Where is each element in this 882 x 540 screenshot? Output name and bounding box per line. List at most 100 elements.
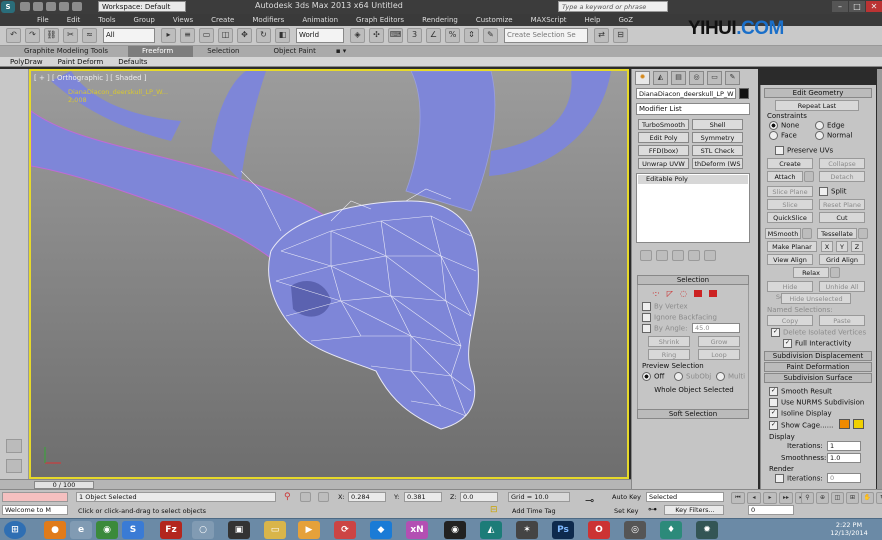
mudbox-icon[interactable]: ✶	[516, 521, 538, 539]
soft-selection-rollout-header[interactable]: Soft Selection	[637, 409, 749, 419]
display-tab-icon[interactable]: ▭	[707, 71, 722, 85]
menu-group[interactable]: Group	[125, 14, 164, 26]
edge-mode-icon[interactable]: ◸	[667, 289, 673, 298]
tab-defaults[interactable]: Defaults	[108, 57, 152, 67]
key-mode-dropdown[interactable]: Selected	[646, 492, 724, 502]
pan-icon[interactable]: ✋	[861, 492, 874, 504]
app-icon-red[interactable]: ⟳	[334, 521, 356, 539]
absolute-mode-icon[interactable]	[318, 492, 329, 502]
keyboard-shortcut-toggle-icon[interactable]: ⌨	[388, 28, 403, 43]
time-slider-track[interactable]: 0 / 100	[0, 479, 631, 489]
modify-tab-icon[interactable]: ◭	[653, 71, 668, 85]
polygon-mode-icon[interactable]	[693, 290, 702, 297]
maxscript-listener-output[interactable]: Welcome to M	[2, 505, 68, 515]
show-end-result-icon[interactable]	[656, 249, 668, 261]
split-checkbox[interactable]: Split	[819, 187, 847, 196]
play-icon[interactable]: ▸	[763, 492, 777, 504]
attach-settings-icon[interactable]	[804, 171, 814, 182]
select-by-name-icon[interactable]: ≡	[180, 28, 195, 43]
key-icon[interactable]: ⊸	[585, 494, 594, 507]
configure-modifier-sets-icon[interactable]	[704, 249, 716, 261]
selection-rollout-header[interactable]: Selection	[637, 275, 749, 285]
angle-spinner[interactable]: 45.0	[692, 323, 740, 333]
go-to-start-icon[interactable]: ⏮	[731, 492, 745, 504]
subdivision-displacement-header[interactable]: Subdivision Displacement	[764, 351, 872, 361]
menu-goz[interactable]: GoZ	[609, 14, 642, 26]
menu-graph-editors[interactable]: Graph Editors	[347, 14, 413, 26]
ribbon-options-icon[interactable]: ▪ ▾	[336, 46, 346, 57]
iterations-spinner[interactable]: 1	[827, 441, 861, 451]
tab-selection[interactable]: Selection	[193, 46, 259, 57]
relax-button[interactable]: Relax	[793, 267, 829, 278]
repeat-last-button[interactable]: Repeat Last	[775, 100, 859, 111]
tab-paint-deform[interactable]: Paint Deform	[48, 57, 109, 67]
snaps-toggle-icon[interactable]: 3	[407, 28, 422, 43]
grow-button[interactable]: Grow	[698, 336, 740, 347]
ie-icon[interactable]: e	[70, 521, 92, 539]
undo-icon[interactable]	[59, 2, 69, 11]
smoothness-spinner[interactable]: 1.0	[827, 453, 861, 463]
unhide-all-button[interactable]: Unhide All	[819, 281, 865, 292]
zoom-all-icon[interactable]: ⊕	[816, 492, 829, 504]
copy-button[interactable]: Copy	[767, 315, 813, 326]
collapse-button[interactable]: Collapse	[819, 158, 865, 169]
msmooth-button[interactable]: MSmooth	[765, 228, 801, 239]
constraint-edge-radio[interactable]: Edge	[815, 121, 845, 130]
dropbox-icon[interactable]: ◆	[370, 521, 392, 539]
show-cage-checkbox[interactable]: Show Cage......	[769, 421, 833, 430]
menu-help[interactable]: Help	[576, 14, 610, 26]
constraint-normal-radio[interactable]: Normal	[815, 131, 852, 140]
firefox-icon[interactable]: ●	[44, 521, 66, 539]
make-planar-button[interactable]: Make Planar	[767, 241, 817, 252]
by-angle-checkbox[interactable]: By Angle:	[642, 324, 687, 333]
cut-button[interactable]: Cut	[819, 212, 865, 223]
hierarchy-tab-icon[interactable]: ▤	[671, 71, 686, 85]
time-tag-icon[interactable]: ⊟	[490, 505, 498, 515]
stack-item-editable-poly[interactable]: Editable Poly	[638, 175, 748, 184]
select-link-icon[interactable]: ⛓	[44, 28, 59, 43]
menu-maxscript[interactable]: MAXScript	[522, 14, 576, 26]
view-align-button[interactable]: View Align	[767, 254, 813, 265]
relax-settings-icon[interactable]	[830, 267, 840, 278]
planar-x-button[interactable]: X	[821, 241, 833, 252]
constraint-none-radio[interactable]: None	[769, 121, 799, 130]
menu-animation[interactable]: Animation	[293, 14, 347, 26]
edit-geometry-header[interactable]: Edit Geometry	[764, 88, 872, 98]
3dsmax-icon[interactable]: ◭	[480, 521, 502, 539]
zoom-extents-all-icon[interactable]: ⊞	[846, 492, 859, 504]
full-interactivity-checkbox[interactable]: Full Interactivity	[783, 339, 851, 348]
preview-off-radio[interactable]: Off	[642, 372, 664, 381]
edit-poly-button[interactable]: Edit Poly	[638, 132, 689, 143]
menu-create[interactable]: Create	[202, 14, 243, 26]
border-mode-icon[interactable]: ◌	[680, 289, 687, 298]
redo-icon[interactable]: ↷	[25, 28, 40, 43]
paste-button[interactable]: Paste	[819, 315, 865, 326]
tab-object-paint[interactable]: Object Paint	[259, 46, 335, 57]
create-tab-icon[interactable]: ✹	[635, 71, 650, 85]
hide-selected-button[interactable]: Hide Selected	[767, 281, 813, 301]
modifier-stack[interactable]: Editable Poly	[636, 173, 750, 243]
use-nurms-checkbox[interactable]: Use NURMS Subdivision	[769, 398, 864, 407]
percent-snap-icon[interactable]: %	[445, 28, 460, 43]
smooth-result-checkbox[interactable]: Smooth Result	[769, 387, 832, 396]
align-icon[interactable]: ⊟	[613, 28, 628, 43]
by-vertex-checkbox[interactable]: By Vertex	[642, 302, 688, 311]
menu-modifiers[interactable]: Modifiers	[243, 14, 293, 26]
slice-button[interactable]: Slice	[767, 199, 813, 210]
undo-icon[interactable]: ↶	[6, 28, 21, 43]
planar-y-button[interactable]: Y	[836, 241, 848, 252]
filezilla-icon[interactable]: Fz	[160, 521, 182, 539]
unlink-icon[interactable]: ✂	[63, 28, 78, 43]
motion-tab-icon[interactable]: ◎	[689, 71, 704, 85]
next-frame-icon[interactable]: ▸▸	[779, 492, 793, 504]
shrink-button[interactable]: Shrink	[648, 336, 690, 347]
unwrap-uvw-button[interactable]: Unwrap UVW	[638, 158, 689, 169]
zoom-icon[interactable]: ⚲	[801, 492, 814, 504]
zoom-extents-icon[interactable]: ◫	[831, 492, 844, 504]
tab-polydraw[interactable]: PolyDraw	[0, 57, 48, 67]
select-move-icon[interactable]: ✥	[237, 28, 252, 43]
chrome-icon[interactable]: ◉	[96, 521, 118, 539]
xnview-icon[interactable]: xN	[406, 521, 428, 539]
object-name-field[interactable]: DianaDiacon_deerskull_LP_W	[636, 88, 736, 99]
recorder-icon[interactable]: ◎	[624, 521, 646, 539]
